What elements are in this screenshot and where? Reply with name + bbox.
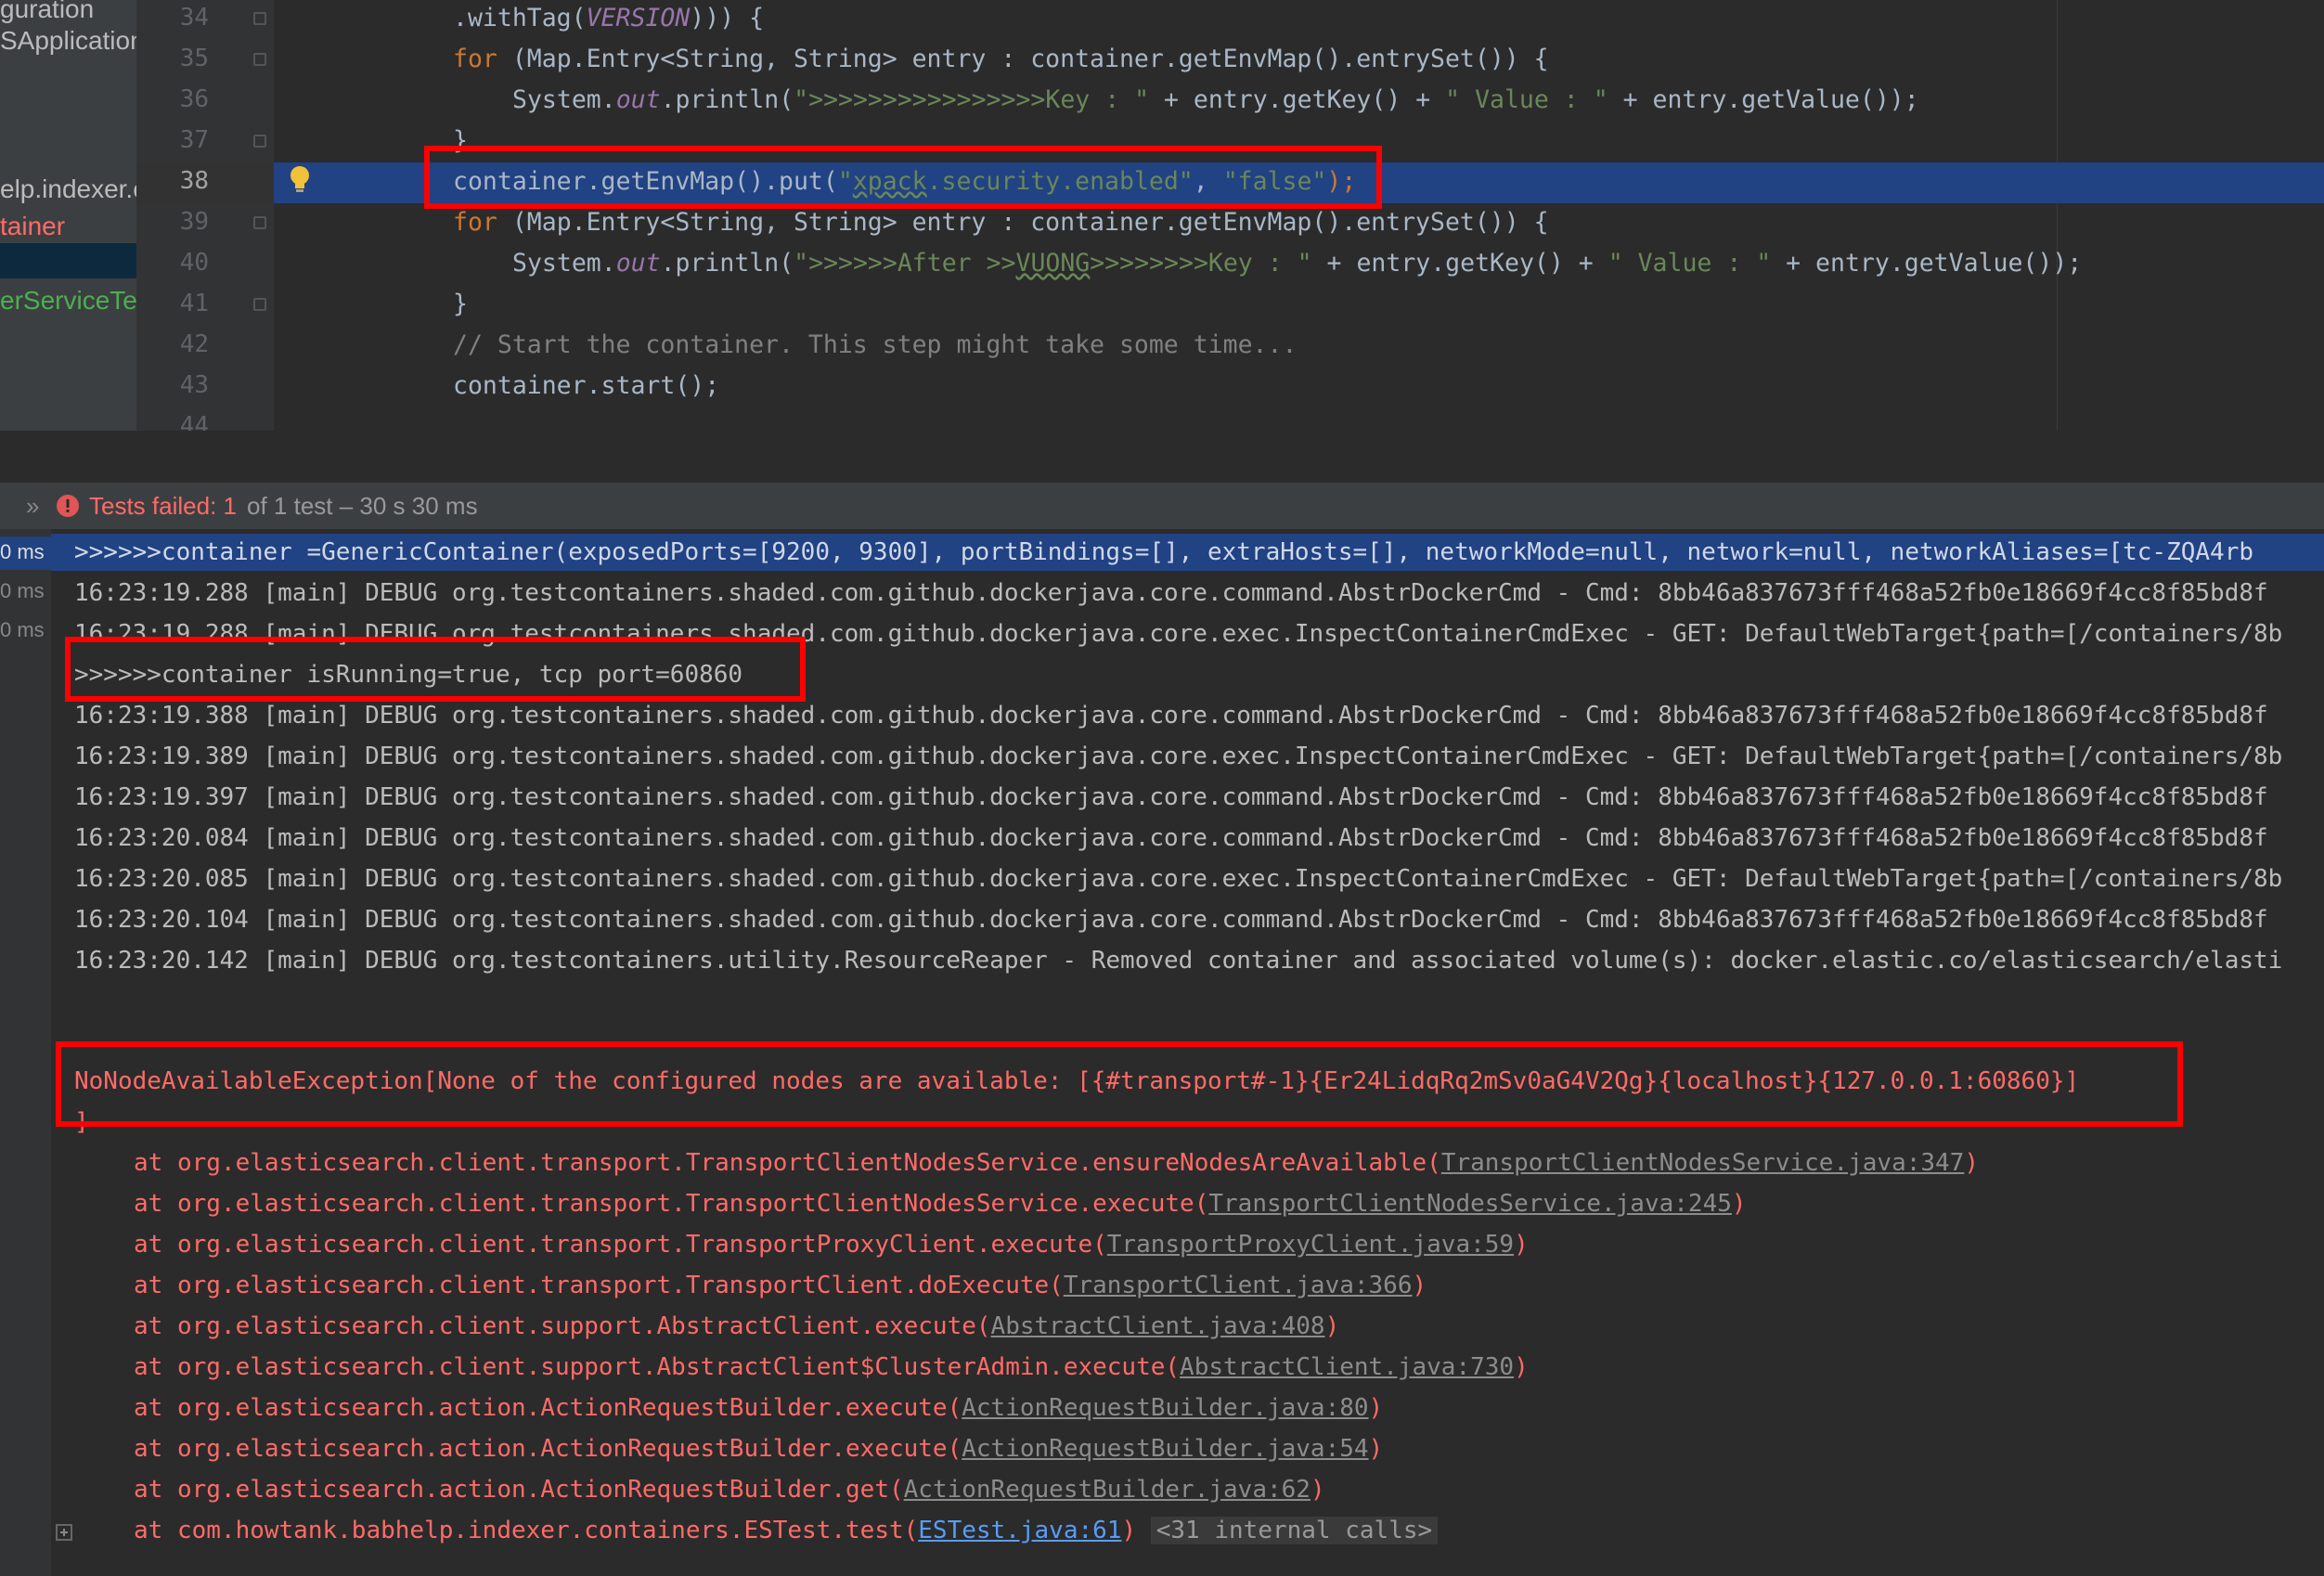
stack-frame: at org.elasticsearch.action.ActionReques… [134,1394,1384,1422]
console-line: 16:23:20.084 [main] DEBUG org.testcontai… [74,824,2268,852]
stack-frame: at org.elasticsearch.client.transport.Tr… [134,1190,1747,1218]
code-line: } [453,290,468,318]
fold-marker-icon[interactable] [253,12,266,25]
stack-frame: at org.elasticsearch.client.support.Abst… [134,1312,1340,1340]
code-line: for (Map.Entry<String, String> entry : c… [453,208,1549,237]
stack-frame-link[interactable]: TransportClientNodesService.java:245 [1208,1190,1732,1218]
stack-frame-link[interactable]: ActionRequestBuilder.java:54 [962,1435,1368,1463]
line-number: 37 [179,126,209,154]
console-line: >>>>>>container =GenericContainer(expose… [74,538,2253,566]
console-line: 16:23:19.389 [main] DEBUG org.testcontai… [74,743,2283,770]
stack-frame-link[interactable]: TransportProxyClient.java:59 [1107,1231,1514,1259]
annotation-box [424,146,1382,209]
project-item[interactable]: tainer [0,212,65,241]
console-line: 16:23:20.142 [main] DEBUG org.testcontai… [74,947,2283,975]
panel-separator[interactable] [0,431,2324,484]
project-item[interactable]: SApplication [0,26,136,56]
duration-label: 0 ms [0,579,45,602]
code-line: for (Map.Entry<String, String> entry : c… [453,45,1549,73]
line-number: 34 [179,4,209,32]
code-line: .withTag(VERSION))) { [453,4,765,32]
console-gutter [0,529,51,1576]
project-item[interactable]: elp.indexer.c [0,174,136,204]
internal-calls-fold[interactable]: <31 internal calls> [1150,1517,1439,1544]
line-number: 39 [179,208,209,236]
tests-failed-label: Tests failed: 1 [89,492,237,520]
stack-frame-link[interactable]: ActionRequestBuilder.java:80 [962,1394,1368,1422]
stack-frame: at com.howtank.babhelp.indexer.container… [134,1517,1439,1544]
stack-frame-link[interactable]: TransportClientNodesService.java:347 [1441,1149,1965,1177]
stack-frame: at org.elasticsearch.action.ActionReques… [134,1435,1384,1463]
code-line: System.out.println(">>>>>>>>>>>>>>>>Key … [512,85,1919,114]
test-status-bar: » Tests failed: 1 of 1 test – 30 s 30 ms [0,483,2324,529]
line-number: 35 [179,45,209,72]
project-item[interactable]: erServiceTes [0,286,136,316]
fold-marker-icon[interactable] [253,216,266,229]
line-number: 41 [179,290,209,317]
fold-marker-icon[interactable] [253,298,266,311]
duration-label: 0 ms [0,618,45,641]
annotation-box [65,637,806,702]
stack-frame-link[interactable]: TransportClient.java:366 [1064,1272,1413,1299]
stack-frame-link[interactable]: AbstractClient.java:730 [1180,1353,1514,1381]
project-item-selected-bg [0,243,136,278]
line-number: 36 [179,85,209,113]
stack-frame: at org.elasticsearch.client.transport.Tr… [134,1149,1979,1177]
stack-frame: at org.elasticsearch.client.transport.Tr… [134,1231,1529,1259]
stack-frame: at org.elasticsearch.client.support.Abst… [134,1353,1529,1381]
console-line: 16:23:20.085 [main] DEBUG org.testcontai… [74,865,2283,893]
stack-frame: at org.elasticsearch.client.transport.Tr… [134,1272,1427,1299]
expand-chevron-icon[interactable]: » [26,492,39,521]
line-number: 42 [179,330,209,358]
stack-frame-link[interactable]: ESTest.java:61 [918,1517,1121,1544]
project-item[interactable]: guration [0,0,94,24]
fold-marker-icon[interactable] [253,135,266,148]
duration-label: 0 ms [0,540,45,563]
code-line: System.out.println(">>>>>>After >>VUONG>… [512,249,2083,278]
code-comment: // Start the container. This step might … [453,330,1298,359]
console-line: 16:23:19.288 [main] DEBUG org.testcontai… [74,579,2268,607]
right-margin-guide [2057,0,2058,431]
line-number: 40 [179,249,209,277]
fold-marker-icon[interactable] [253,53,266,66]
error-icon [57,495,79,517]
project-panel: guration SApplication elp.indexer.c tain… [0,0,136,431]
annotation-box [56,1041,2183,1127]
console-line: 16:23:19.388 [main] DEBUG org.testcontai… [74,702,2268,730]
line-number: 38 [179,167,209,195]
console-line: 16:23:19.397 [main] DEBUG org.testcontai… [74,783,2268,811]
tests-summary: of 1 test – 30 s 30 ms [247,492,478,520]
stack-frame: at org.elasticsearch.action.ActionReques… [134,1476,1325,1504]
code-line: container.start(); [453,371,720,400]
expand-plus-icon[interactable] [56,1524,72,1541]
console-line: 16:23:20.104 [main] DEBUG org.testcontai… [74,906,2268,934]
line-number: 43 [179,371,209,399]
stack-frame-link[interactable]: AbstractClient.java:408 [991,1312,1325,1340]
intention-bulb-icon[interactable] [288,164,312,196]
stack-frame-link[interactable]: ActionRequestBuilder.java:62 [904,1476,1310,1504]
